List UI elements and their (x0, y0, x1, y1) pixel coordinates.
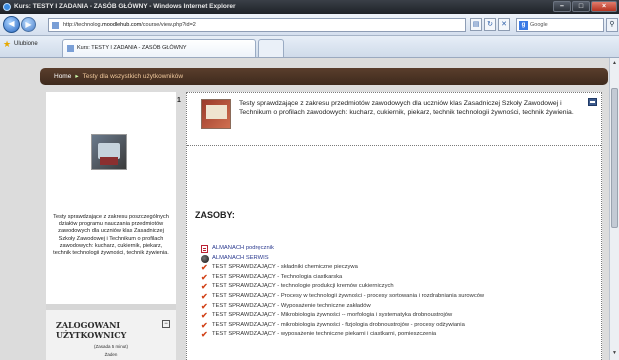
tab-title: Kurs: TESTY I ZADANIA - ZASÓB GŁÓWNY (77, 45, 187, 51)
resource-item[interactable]: ✔ TEST SPRAWDZAJĄCY - mikrobiologia żywno… (201, 321, 591, 331)
show-only-topic-icon[interactable] (588, 98, 597, 106)
online-users-none: Żaden (104, 352, 118, 357)
resource-item[interactable]: ✔ TEST SPRAWDZAJĄCY - technologie produkc… (201, 282, 591, 292)
left-column: Testy sprawdzające z zakresu poszczególn… (46, 92, 176, 360)
address-bar-tools: ▤ ↻ ✕ (470, 18, 510, 31)
page-favicon-icon (52, 22, 59, 29)
new-tab-button[interactable] (258, 39, 284, 57)
window-title-bar: Kurs: TESTY I ZADANIA - ZASÓB GŁÓWNY - W… (0, 0, 619, 14)
resource-list: ALMANACH podręcznik ALMANACH SERWIS ✔ TES… (201, 244, 591, 340)
tab-favicon-icon (67, 45, 74, 52)
course-description: Testy sprawdzające z zakresu poszczególn… (53, 214, 169, 257)
favorites-label: Ulubione (14, 41, 38, 47)
compatibility-icon[interactable]: ▤ (470, 18, 482, 31)
resource-label: TEST SPRAWDZAJĄCY - Mikrobiologia żywnoś… (212, 312, 453, 319)
section-divider (187, 145, 601, 146)
resource-label: ALMANACH podręcznik (212, 245, 274, 251)
checkmark-icon: ✔ (201, 263, 208, 273)
resource-item[interactable]: ✔ TEST SPRAWDZAJĄCY - wyposażenie technic… (201, 330, 591, 340)
favorites-button[interactable]: ★ Ulubione (3, 39, 38, 49)
course-content: 1 Testy sprawdzające z zakresu przedmiot… (177, 92, 602, 360)
maximize-button[interactable]: □ (572, 1, 590, 12)
topic-number: 1 (177, 97, 181, 104)
block-collapse-icon[interactable]: − (162, 320, 170, 328)
forward-button[interactable]: ▶ (21, 17, 36, 32)
page-viewport: Home ▸ Testy dla wszystkich użytkowników T… (0, 58, 609, 360)
google-icon: g (519, 21, 528, 30)
resource-label: TEST SPRAWDZAJĄCY - mikrobiologia żywnoś… (212, 321, 465, 328)
online-users-block: ZALOGOWANI UŻYTKOWNICY − (Zasada 5 minut… (46, 310, 176, 360)
resource-label: TEST SPRAWDZAJĄCY - Wyposażenie technicz… (212, 302, 371, 309)
resource-item[interactable]: ✔ TEST SPRAWDZAJĄCY - Wyposażenie technic… (201, 302, 591, 312)
tab-bar: ★ Ulubione Kurs: TESTY I ZADANIA - ZASÓB… (0, 36, 619, 58)
pdf-icon (201, 245, 208, 253)
breadcrumb-separator: ▸ (75, 73, 79, 80)
close-button[interactable]: × (591, 1, 617, 12)
navigation-bar: ◀ ▶ http://technolog.moodlehub.com/cours… (0, 14, 619, 36)
tab-active[interactable]: Kurs: TESTY I ZADANIA - ZASÓB GŁÓWNY (62, 39, 256, 57)
search-placeholder: Google (530, 22, 548, 28)
resource-item[interactable]: ✔ TEST SPRAWDZAJĄCY - Procesy w technolog… (201, 292, 591, 302)
resource-item[interactable]: ALMANACH podręcznik (201, 244, 591, 254)
breadcrumb-current: Testy dla wszystkich użytkowników (82, 73, 184, 80)
scroll-down-icon[interactable]: ▼ (611, 350, 618, 358)
resource-label: ALMANACH SERWIS (212, 254, 269, 261)
breadcrumb: Home ▸ Testy dla wszystkich użytkowników (40, 68, 608, 85)
checkmark-icon: ✔ (201, 272, 208, 282)
url-domain: moodlehub.com (102, 22, 142, 28)
url-prefix: http://technolog. (63, 22, 103, 28)
resource-label: TEST SPRAWDZAJĄCY - wyposażenie technicz… (212, 331, 437, 338)
checkmark-icon: ✔ (201, 282, 208, 292)
topic-image (201, 99, 231, 129)
ie-logo-icon (3, 3, 11, 11)
window-title: Kurs: TESTY I ZADANIA - ZASÓB GŁÓWNY - W… (14, 3, 236, 10)
course-info-block: Testy sprawdzające z zakresu poszczególn… (46, 92, 176, 304)
resource-label: TEST SPRAWDZAJĄCY - Procesy w technologi… (212, 292, 485, 299)
url-path: /course/view.php?id=2 (141, 22, 196, 28)
moodle-page: Home ▸ Testy dla wszystkich użytkowników T… (40, 62, 608, 360)
checkmark-icon: ✔ (201, 311, 208, 321)
resources-heading: ZASOBY: (195, 210, 235, 220)
stop-icon[interactable]: ✕ (498, 18, 510, 31)
search-button[interactable]: ⚲ (606, 18, 618, 32)
resource-label: TEST SPRAWDZAJĄCY - technologie produkcj… (212, 283, 394, 290)
course-image (91, 134, 127, 170)
online-users-period: (Zasada 5 minut) (93, 344, 128, 349)
favorites-star-icon: ★ (3, 39, 12, 49)
online-users-title: ZALOGOWANI UŻYTKOWNICY (56, 320, 127, 340)
search-input[interactable]: g Google (516, 18, 604, 32)
topic-summary: Testy sprawdzające z zakresu przedmiotów… (239, 100, 574, 116)
resource-item[interactable]: ✔ TEST SPRAWDZAJĄCY - Mikrobiologia żywno… (201, 311, 591, 321)
resource-item[interactable]: ✔ TEST SPRAWDZAJĄCY - Technologia ciastka… (201, 273, 591, 283)
checkmark-icon: ✔ (201, 320, 208, 330)
back-button[interactable]: ◀ (3, 16, 20, 33)
checkmark-icon: ✔ (201, 291, 208, 301)
address-input[interactable]: http://technolog.moodlehub.com/course/vi… (48, 18, 466, 32)
minimize-button[interactable]: – (553, 1, 571, 12)
scroll-up-icon[interactable]: ▲ (611, 60, 618, 68)
checkmark-icon: ✔ (201, 330, 208, 340)
web-icon (201, 254, 209, 263)
scrollbar-thumb[interactable] (611, 88, 618, 228)
checkmark-icon: ✔ (201, 301, 208, 311)
resource-label: TEST SPRAWDZAJĄCY - składniki chemiczne … (212, 264, 358, 271)
vertical-scrollbar[interactable]: ▲ ▼ (609, 58, 619, 360)
resource-item[interactable]: ALMANACH SERWIS (201, 254, 591, 264)
resource-label: TEST SPRAWDZAJĄCY - Technologia ciastkar… (212, 273, 343, 280)
breadcrumb-home-link[interactable]: Home (54, 73, 71, 80)
window-controls: – □ × (553, 1, 617, 12)
refresh-icon[interactable]: ↻ (484, 18, 496, 31)
resource-item[interactable]: ✔ TEST SPRAWDZAJĄCY - składniki chemiczne… (201, 263, 591, 273)
